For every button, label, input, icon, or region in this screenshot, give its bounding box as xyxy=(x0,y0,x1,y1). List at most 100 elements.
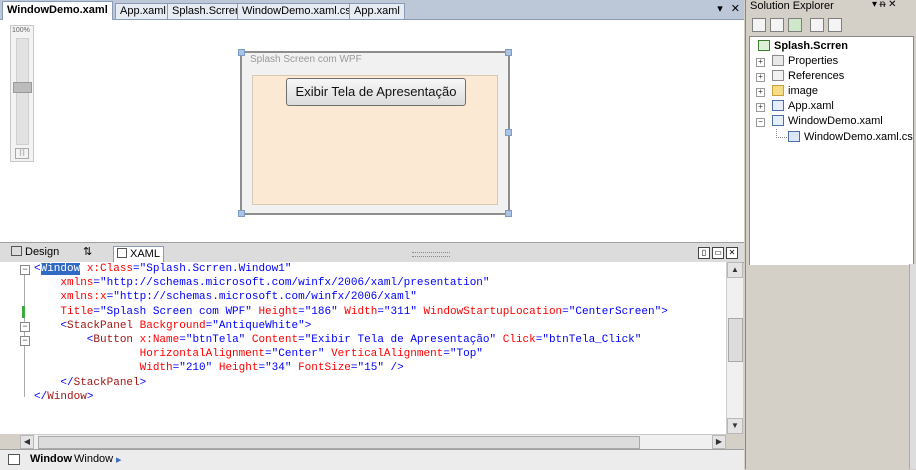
breadcrumb-root[interactable]: Window xyxy=(30,453,72,465)
stackpanel-preview[interactable]: Exibir Tela de Apresentação xyxy=(252,75,498,205)
exibir-tela-button[interactable]: Exibir Tela de Apresentação xyxy=(286,78,466,106)
code-token: "15" xyxy=(357,362,384,375)
code-token: = xyxy=(298,305,305,318)
code-token: = xyxy=(443,348,450,361)
code-token: FontSize xyxy=(291,362,351,375)
horizontal-split-icon[interactable]: ▭ xyxy=(712,247,724,259)
tree-item-image[interactable]: image xyxy=(772,84,818,99)
window-title: Splash Screen com WPF xyxy=(250,54,362,65)
fold-toggle-icon[interactable]: − xyxy=(20,336,30,346)
code-token: "34" xyxy=(265,362,292,375)
solution-explorer-title: Solution Explorer xyxy=(750,0,834,12)
fold-toggle-icon[interactable]: − xyxy=(20,265,30,275)
code-token: "311" xyxy=(383,305,417,318)
xaml-code-editor[interactable]: − − − <Window x:Class="Splash.Scrren.Win… xyxy=(0,262,726,434)
panel-window-controls[interactable]: ▾ ᵰ ✕ xyxy=(872,0,897,10)
project-icon xyxy=(758,40,770,51)
code-line[interactable]: Title="Splash Screen com WPF" Height="18… xyxy=(34,305,667,319)
code-line[interactable]: <StackPanel Background="AntiqueWhite"> xyxy=(34,319,668,333)
show-all-files-button[interactable] xyxy=(770,18,784,32)
expander-icon[interactable]: + xyxy=(756,88,765,97)
resize-handle[interactable] xyxy=(238,210,245,217)
tab-app-xaml-2[interactable]: App.xaml xyxy=(349,3,405,19)
element-breadcrumb-bar: Window Window ▸ xyxy=(0,449,744,470)
expander-icon[interactable]: − xyxy=(756,118,765,127)
code-token: x:Class xyxy=(80,263,134,275)
tab-app-xaml[interactable]: App.xaml xyxy=(115,3,171,19)
code-token: "AntiqueWhite" xyxy=(212,319,305,332)
code-token: = xyxy=(350,362,358,375)
solution-tree[interactable]: Splash.Scrren + Properties + References … xyxy=(749,36,914,266)
code-token: /> xyxy=(383,362,404,375)
wpf-window-preview[interactable]: Splash Screen com WPF Exibir Tela de Apr… xyxy=(238,49,512,217)
editor-horizontal-scrollbar[interactable]: ◀ ▶ xyxy=(20,434,726,449)
resize-handle[interactable] xyxy=(505,129,512,136)
code-line[interactable]: xmlns="http://schemas.microsoft.com/winf… xyxy=(34,276,668,290)
scroll-left-icon[interactable]: ◀ xyxy=(20,435,34,449)
project-node[interactable]: Splash.Scrren xyxy=(758,39,848,54)
resize-handle[interactable] xyxy=(505,49,512,56)
expander-icon[interactable]: + xyxy=(756,103,765,112)
swap-panes-button[interactable]: ⇅ xyxy=(80,245,95,259)
tree-item-windowdemo-xaml-cs[interactable]: WindowDemo.xaml.cs xyxy=(788,130,913,145)
code-token: Height xyxy=(251,305,299,318)
code-line[interactable]: HorizontalAlignment="Center" VerticalAli… xyxy=(34,347,668,361)
code-line[interactable]: </StackPanel> xyxy=(34,376,668,390)
fold-toggle-icon[interactable]: − xyxy=(20,322,30,332)
refresh-button[interactable] xyxy=(788,18,802,32)
selected-token: Window xyxy=(40,263,81,275)
vertical-scroll-thumb[interactable] xyxy=(728,318,743,362)
chevron-down-icon[interactable]: ▾ xyxy=(717,3,723,15)
scroll-up-icon[interactable]: ▲ xyxy=(727,262,743,278)
code-token: Background xyxy=(133,319,206,332)
tab-design[interactable]: Design xyxy=(8,245,62,259)
code-token: = xyxy=(298,333,305,346)
breadcrumb-arrow-icon[interactable]: ▸ xyxy=(116,453,122,466)
expander-icon[interactable]: + xyxy=(756,58,765,67)
code-line[interactable]: <Button x:Name="btnTela" Content="Exibir… xyxy=(34,333,668,347)
code-token: "Center" xyxy=(271,348,325,361)
code-token: "btnTela_Click" xyxy=(542,333,642,346)
splitter-grip[interactable] xyxy=(412,252,450,257)
tree-item-properties[interactable]: Properties xyxy=(772,54,838,69)
document-outline-icon[interactable] xyxy=(8,454,20,465)
tab-splash-scrren[interactable]: Splash.Scrren xyxy=(167,3,247,19)
code-line[interactable]: </Window> xyxy=(34,390,668,404)
tab-windowdemo-xaml-cs[interactable]: WindowDemo.xaml.cs xyxy=(237,3,356,19)
scroll-right-icon[interactable]: ▶ xyxy=(712,435,726,449)
tree-item-app-xaml[interactable]: App.xaml xyxy=(772,99,834,114)
xaml-file-icon xyxy=(772,100,784,111)
tree-item-references[interactable]: References xyxy=(772,69,844,84)
scroll-down-icon[interactable]: ▼ xyxy=(727,418,743,434)
code-token: = xyxy=(265,348,272,361)
editor-vertical-scrollbar[interactable]: ▲ ▼ xyxy=(726,262,743,434)
code-line[interactable]: xmlns:x="http://schemas.microsoft.com/wi… xyxy=(34,290,668,304)
expander-icon[interactable]: + xyxy=(756,73,765,82)
code-token: Width xyxy=(337,305,378,318)
code-token: Click xyxy=(496,333,536,346)
breadcrumb-item[interactable]: Window xyxy=(74,453,113,465)
zoom-slider[interactable]: 100% [:] xyxy=(10,25,34,162)
view-designer-button[interactable] xyxy=(828,18,842,32)
horizontal-scroll-thumb[interactable] xyxy=(38,436,640,449)
resize-handle[interactable] xyxy=(505,210,512,217)
code-text[interactable]: <Window x:Class="Splash.Scrren.Window1" … xyxy=(34,262,668,404)
design-surface[interactable]: 100% [:] Splash Screen com WPF Exibir Te… xyxy=(0,20,744,242)
code-token: xmlns xyxy=(34,277,94,290)
vertical-split-icon[interactable]: ▯ xyxy=(698,247,710,259)
collapse-pane-icon[interactable]: ✕ xyxy=(726,247,738,259)
view-code-button[interactable] xyxy=(810,18,824,32)
zoom-fit-icon[interactable]: [:] xyxy=(15,148,29,159)
code-line[interactable]: Width="210" Height="34" FontSize="15" /> xyxy=(34,361,668,375)
resize-handle[interactable] xyxy=(238,49,245,56)
tab-windowdemo-xaml[interactable]: WindowDemo.xaml xyxy=(2,1,113,20)
code-token: </ xyxy=(34,376,74,389)
close-icon[interactable]: ✕ xyxy=(731,3,740,15)
tree-item-windowdemo-xaml[interactable]: WindowDemo.xaml xyxy=(772,114,883,129)
panel-scrollbar[interactable] xyxy=(909,264,916,469)
properties-button[interactable] xyxy=(752,18,766,32)
tree-item-label: App.xaml xyxy=(788,100,834,112)
code-line[interactable]: <Window x:Class="Splash.Scrren.Window1" xyxy=(34,262,668,276)
tab-xaml[interactable]: XAML xyxy=(113,246,164,263)
zoom-thumb[interactable] xyxy=(13,82,32,93)
